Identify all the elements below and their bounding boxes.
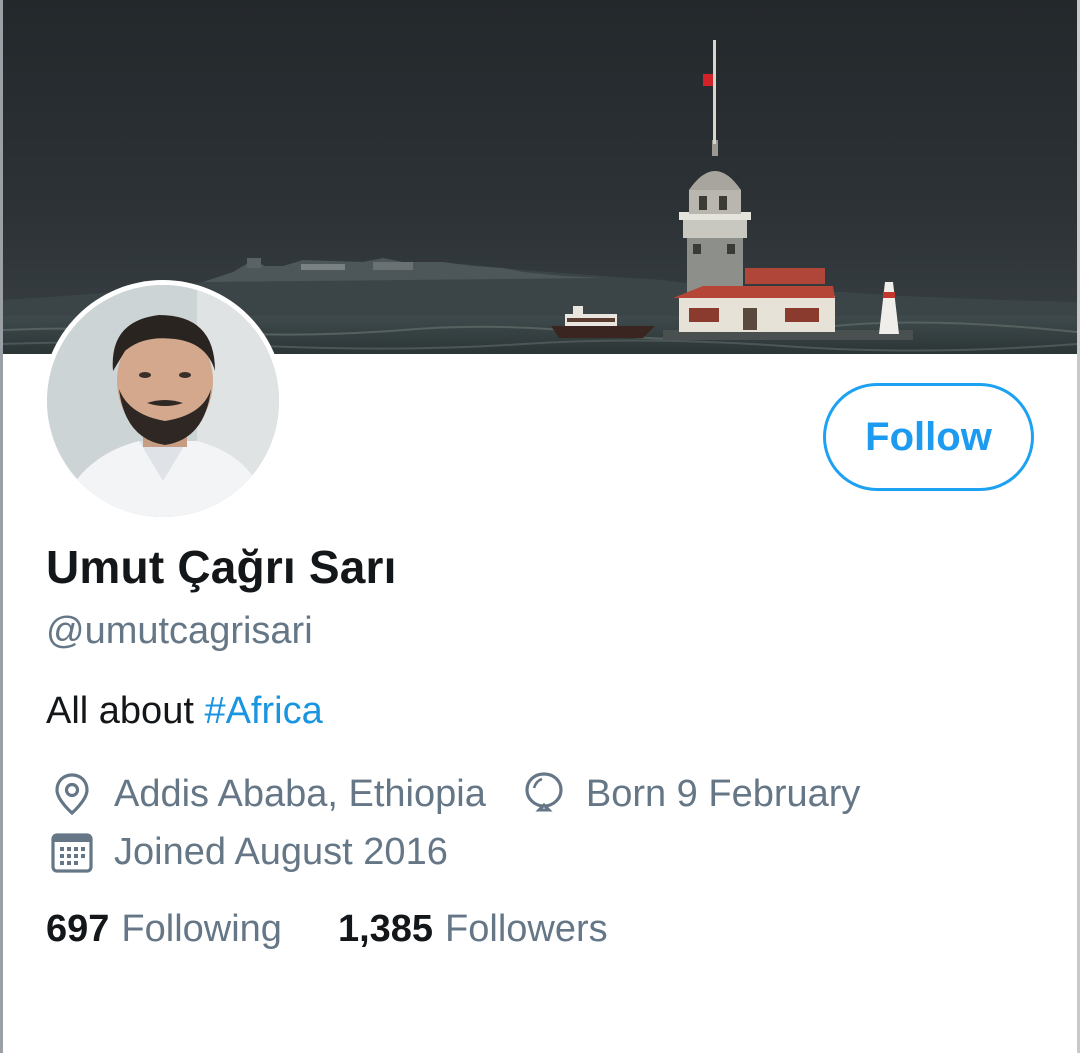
following-link[interactable]: 697 Following: [46, 908, 282, 951]
profile-page: Follow Umut Çağrı Sarı @umutcagrisari Al…: [0, 0, 1080, 1053]
display-name: Umut Çağrı Sarı: [46, 541, 397, 593]
location-pin-icon: [48, 770, 96, 818]
profile-bio: All about #Africa: [46, 690, 323, 733]
calendar-icon: [48, 828, 96, 876]
followers-label: Followers: [445, 908, 608, 950]
followers-link[interactable]: 1,385 Followers: [338, 908, 608, 951]
profile-avatar[interactable]: [42, 280, 284, 522]
user-handle: @umutcagrisari: [46, 610, 313, 652]
profile-meta-row: Addis Ababa, Ethiopia Born 9 February: [48, 770, 860, 818]
following-count: 697: [46, 908, 110, 950]
balloon-icon: [520, 770, 568, 818]
follow-button[interactable]: Follow: [823, 383, 1034, 491]
bio-text: All about: [46, 690, 205, 732]
location-text: Addis Ababa, Ethiopia: [114, 772, 486, 815]
following-label: Following: [121, 908, 282, 950]
joined-text: Joined August 2016: [114, 830, 448, 873]
follow-stats: 697 Following 1,385 Followers: [46, 908, 608, 951]
profile-meta-row: Joined August 2016: [48, 828, 448, 876]
birthday-text: Born 9 February: [585, 772, 861, 815]
bio-hashtag-link[interactable]: #Africa: [204, 690, 322, 732]
followers-count: 1,385: [337, 908, 434, 950]
avatar-photo: [47, 285, 279, 517]
